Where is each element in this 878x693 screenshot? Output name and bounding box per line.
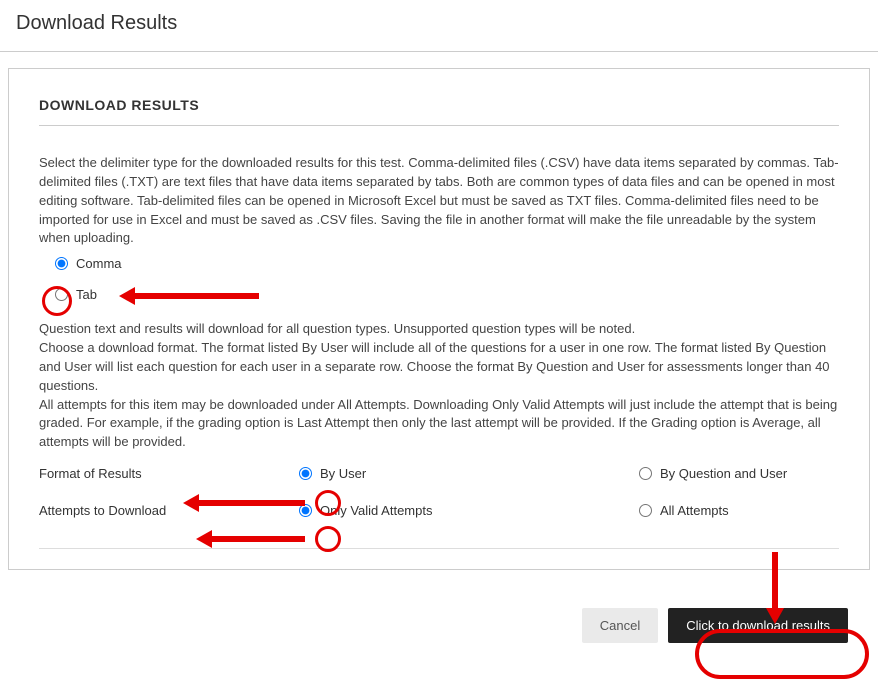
radio-comma[interactable] (55, 257, 68, 270)
radio-comma-label: Comma (76, 256, 122, 271)
delimiter-comma-row: Comma (55, 256, 839, 271)
format-of-results-label: Format of Results (39, 466, 299, 481)
radio-tab-label: Tab (76, 287, 97, 302)
format-desc-line1: Question text and results will download … (39, 320, 839, 339)
format-description: Question text and results will download … (39, 320, 839, 452)
format-desc-line2: Choose a download format. The format lis… (39, 339, 839, 396)
radio-by-user-label: By User (320, 466, 366, 481)
radio-only-valid-attempts[interactable] (299, 504, 312, 517)
page-title: Download Results (0, 0, 878, 52)
radio-by-question-and-user[interactable] (639, 467, 652, 480)
radio-by-user[interactable] (299, 467, 312, 480)
attempts-valid-cell: Only Valid Attempts (299, 503, 639, 518)
radio-by-question-and-user-label: By Question and User (660, 466, 787, 481)
format-by-user-cell: By User (299, 466, 639, 481)
radio-all-attempts-label: All Attempts (660, 503, 729, 518)
download-results-frame: DOWNLOAD RESULTS Select the delimiter ty… (8, 68, 870, 570)
radio-tab[interactable] (55, 288, 68, 301)
attempts-to-download-label: Attempts to Download (39, 503, 299, 518)
radio-only-valid-attempts-label: Only Valid Attempts (320, 503, 432, 518)
attempts-all-cell: All Attempts (639, 503, 839, 518)
cancel-button[interactable]: Cancel (582, 608, 658, 643)
format-desc-line3: All attempts for this item may be downlo… (39, 396, 839, 453)
radio-all-attempts[interactable] (639, 504, 652, 517)
click-to-download-results-button[interactable]: Click to download results (668, 608, 848, 643)
delimiter-tab-row: Tab (55, 287, 839, 302)
section-divider (39, 548, 839, 549)
button-bar: Cancel Click to download results (0, 570, 878, 663)
format-by-question-cell: By Question and User (639, 466, 839, 481)
section-heading: DOWNLOAD RESULTS (39, 97, 839, 126)
delimiter-description: Select the delimiter type for the downlo… (39, 154, 839, 248)
options-grid: Format of Results By User By Question an… (39, 466, 839, 518)
